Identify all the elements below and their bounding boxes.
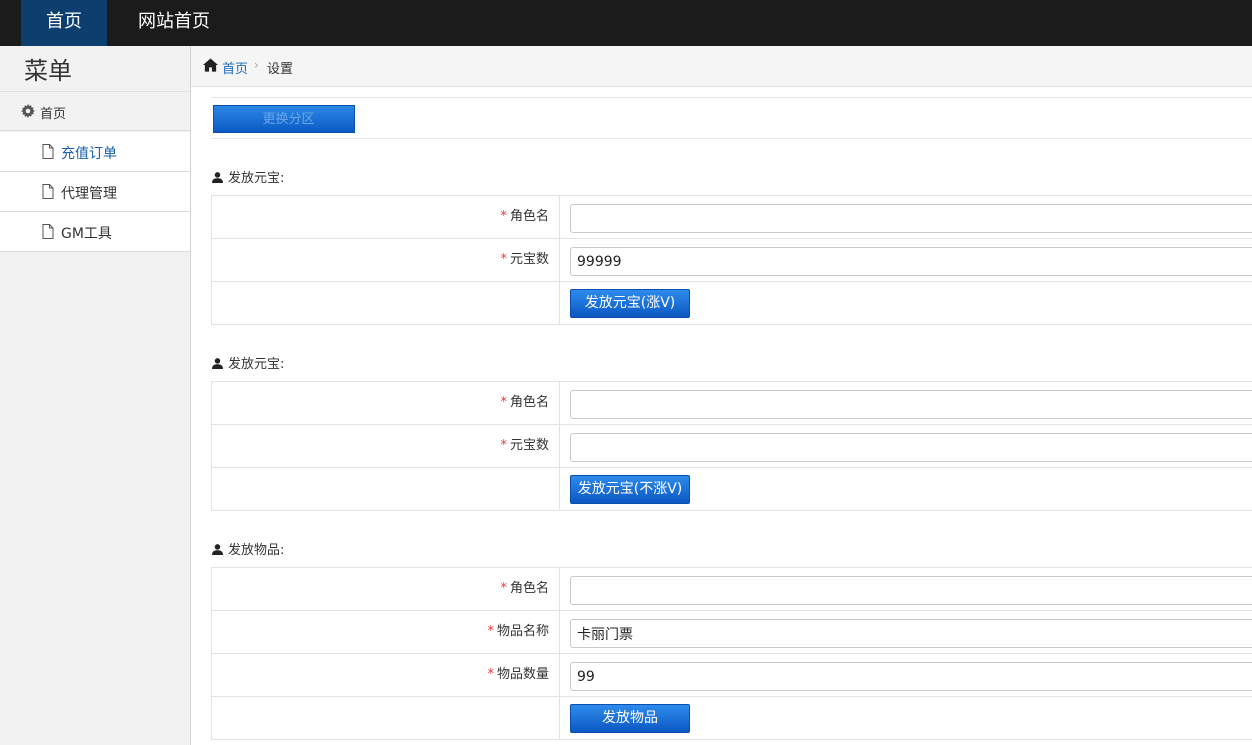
form-row: * 角色名 bbox=[211, 196, 1252, 239]
form-row: * 元宝数 bbox=[211, 239, 1252, 282]
item-quantity-input[interactable] bbox=[570, 662, 1252, 691]
sidebar-item-label: 代理管理 bbox=[61, 186, 117, 202]
user-icon bbox=[212, 544, 223, 555]
field-label: * 角色名 bbox=[212, 568, 560, 610]
nav-site-home-link[interactable]: 网站首页 bbox=[122, 0, 226, 46]
sidebar-item-gm-tools[interactable]: GM工具 bbox=[0, 212, 190, 252]
role-name-input[interactable] bbox=[570, 204, 1252, 233]
sidebar-item-label: GM工具 bbox=[61, 226, 112, 242]
form-row: * 物品数量 bbox=[211, 654, 1252, 697]
form-row: 发放元宝(涨V) bbox=[211, 282, 1252, 325]
required-mark: * bbox=[500, 581, 507, 596]
user-icon bbox=[212, 172, 223, 183]
partition-bar: 更换分区 bbox=[211, 97, 1252, 139]
user-icon bbox=[212, 358, 223, 369]
required-mark: * bbox=[500, 209, 507, 224]
ingot-amount-input[interactable] bbox=[570, 247, 1252, 276]
section-title-ingot-no-vip: 发放元宝: bbox=[212, 353, 284, 372]
form-row: * 物品名称 bbox=[211, 611, 1252, 654]
role-name-input[interactable] bbox=[570, 576, 1252, 605]
document-icon bbox=[42, 144, 54, 159]
form-row: * 角色名 bbox=[211, 382, 1252, 425]
nav-home-link[interactable]: 首页 bbox=[21, 0, 107, 46]
ingot-no-vip-form: * 角色名 * 元宝数 发放元宝(不涨V) bbox=[211, 381, 1252, 511]
gear-icon bbox=[21, 104, 35, 118]
sidebar-item-label: 充值订单 bbox=[61, 146, 117, 162]
sidebar-item-recharge-orders[interactable]: 充值订单 bbox=[0, 132, 190, 172]
field-label bbox=[212, 282, 560, 324]
issue-ingot-no-vip-button[interactable]: 发放元宝(不涨V) bbox=[570, 475, 690, 504]
document-icon bbox=[42, 224, 54, 239]
form-row: 发放元宝(不涨V) bbox=[211, 468, 1252, 511]
form-row: * 角色名 bbox=[211, 568, 1252, 611]
field-label: * 物品数量 bbox=[212, 654, 560, 696]
required-mark: * bbox=[500, 438, 507, 453]
item-name-input[interactable] bbox=[570, 619, 1252, 648]
issue-ingot-vip-button[interactable]: 发放元宝(涨V) bbox=[570, 289, 690, 318]
document-icon bbox=[42, 184, 54, 199]
required-mark: * bbox=[487, 667, 494, 682]
breadcrumb-home-link[interactable]: 首页 bbox=[222, 58, 248, 77]
required-mark: * bbox=[500, 395, 507, 410]
home-icon bbox=[203, 58, 218, 72]
change-partition-button[interactable]: 更换分区 bbox=[213, 105, 355, 133]
field-label: * 元宝数 bbox=[212, 239, 560, 281]
field-label bbox=[212, 468, 560, 510]
section-title-ingot-vip: 发放元宝: bbox=[212, 167, 284, 186]
role-name-input[interactable] bbox=[570, 390, 1252, 419]
breadcrumb-separator-icon: › bbox=[254, 58, 259, 72]
breadcrumb-current: 设置 bbox=[267, 62, 294, 77]
field-label: * 角色名 bbox=[212, 382, 560, 424]
sidebar-item-agent-management[interactable]: 代理管理 bbox=[0, 172, 190, 212]
sidebar-title: 菜单 bbox=[24, 57, 72, 85]
field-label bbox=[212, 697, 560, 739]
issue-items-button[interactable]: 发放物品 bbox=[570, 704, 690, 733]
ingot-vip-form: *角色名 *元宝数 发放元宝(涨V) bbox=[211, 195, 1252, 325]
field-label: * 角色名 bbox=[212, 196, 560, 238]
top-navbar: 首页 网站首页 bbox=[0, 0, 1252, 46]
required-mark: * bbox=[487, 624, 494, 639]
issue-items-form: *角色名 *物品名称 *物品数量 发放物品 bbox=[211, 567, 1252, 740]
sidebar-item-label: 首页 bbox=[40, 107, 67, 122]
form-row: * 元宝数 bbox=[211, 425, 1252, 468]
required-mark: * bbox=[500, 252, 507, 267]
field-label: * 元宝数 bbox=[212, 425, 560, 467]
sidebar-item-home[interactable]: 首页 bbox=[0, 91, 190, 131]
field-label: * 物品名称 bbox=[212, 611, 560, 653]
sidebar: 菜单 首页 充值订单 代理管理 GM工具 bbox=[0, 46, 191, 745]
ingot-amount-input[interactable] bbox=[570, 433, 1252, 462]
breadcrumb: 首页 › 设置 bbox=[191, 46, 1252, 87]
form-row: 发放物品 bbox=[211, 697, 1252, 740]
section-title-items: 发放物品: bbox=[212, 539, 284, 558]
